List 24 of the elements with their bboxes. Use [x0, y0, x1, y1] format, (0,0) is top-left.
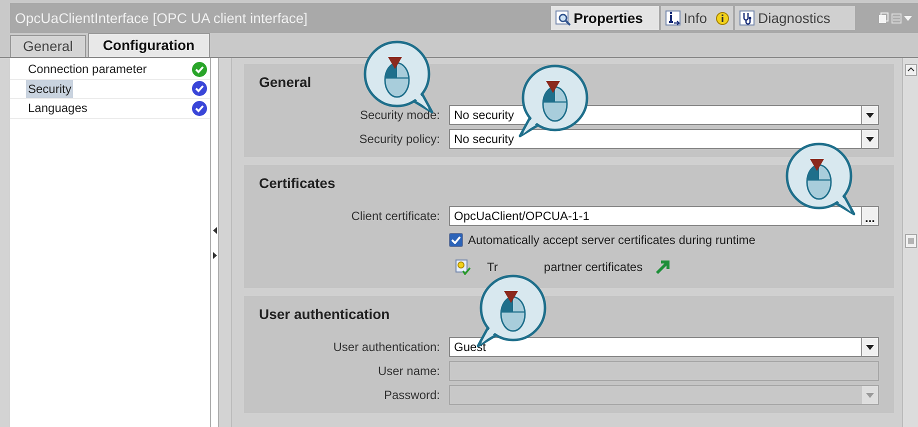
inspector-tab[interactable]: Properties [550, 6, 659, 30]
field-label: Client certificate: [350, 208, 441, 225]
field-label: Security mode: [358, 107, 441, 124]
nav-item[interactable]: Languages [26, 99, 90, 118]
field-label: User authentication: [332, 339, 441, 356]
checkbox-label: Automatically accept server certificates during runtime [468, 232, 756, 249]
tab[interactable]: Configuration [88, 33, 210, 57]
tab[interactable]: General [10, 35, 86, 57]
dropdown-field[interactable]: No security [449, 129, 879, 149]
section-title: Certificates [259, 174, 336, 193]
field-label: User name: [376, 363, 441, 380]
input-field[interactable]: OpcUaClient/OPCUA-1-1 ... [449, 206, 879, 226]
window-title: OpcUaClientInterface [OPC UA client interface] [15, 8, 309, 28]
section-title: User authentication [259, 305, 391, 324]
browse-button[interactable]: ... [861, 207, 878, 225]
inspector-tab[interactable]: Info [660, 6, 733, 30]
inspector-tab[interactable]: Diagnostics [735, 6, 855, 30]
link-text[interactable]: partner certificates [544, 258, 643, 276]
nav-item[interactable]: Connection parameter [26, 60, 149, 78]
field-label: Security policy: [358, 131, 441, 148]
field-label: Password: [382, 387, 441, 404]
nav-item[interactable]: Security [26, 80, 74, 98]
link-text[interactable]: Tr [487, 258, 498, 276]
section-title: General [259, 73, 312, 92]
